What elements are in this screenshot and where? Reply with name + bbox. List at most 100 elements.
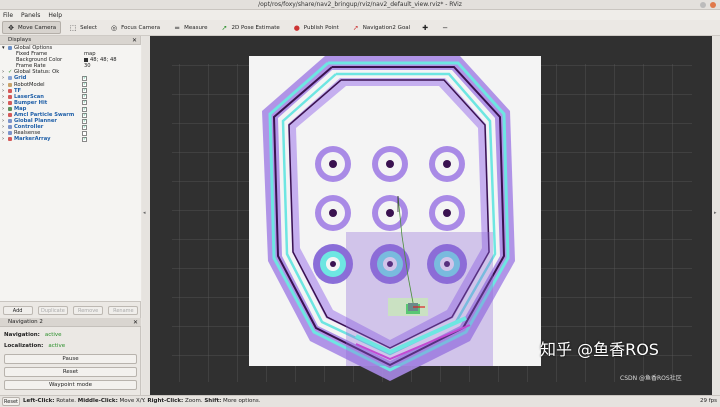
remove-tool-button[interactable]: − [438,21,455,34]
plus-icon: ✚ [422,23,429,32]
measure-label: Measure [184,24,208,31]
folder-icon [8,125,12,130]
window-titlebar: /opt/ros/foxy/share/nav2_bringup/rviz/na… [0,0,720,10]
collapse-right-icon[interactable]: ▸ [714,210,717,216]
mouse-hint: Left-Click: Rotate. Middle-Click: Move X… [23,396,260,407]
hint-mid: Move X/Y. [117,398,148,404]
color-swatch-icon [84,57,88,62]
bumper-checkbox[interactable]: ✓ [82,100,87,106]
tf-checkbox[interactable]: ✓ [82,88,87,94]
global-planner-checkbox[interactable]: ✓ [82,118,87,124]
grid-checkbox[interactable]: ✓ [82,76,87,82]
hint-left-key: Left-Click: [23,398,55,404]
nav-goal-button[interactable]: ➚ Navigation2 Goal [347,21,415,34]
menu-help[interactable]: Help [48,12,62,19]
map-checkbox[interactable]: ✓ [82,106,87,112]
left-panel: Displays ✕ ▾ Global Options Fixed Frame ma… [0,36,141,395]
nav-goal-label: Navigation2 Goal [362,24,411,31]
collapse-left-icon[interactable]: ◂ [143,210,146,216]
laserscan-checkbox[interactable]: ✓ [82,94,87,100]
close-window-icon[interactable] [710,2,716,8]
localization-status: active [48,343,66,349]
move-camera-label: Move Camera [18,24,57,31]
pose-arrow-icon: ➚ [221,23,228,32]
gear-icon [8,46,12,50]
bumper-icon [8,100,12,105]
markerarray-checkbox[interactable]: ✓ [82,137,87,142]
tree-markerarray[interactable]: › MarkerArray ✓ [0,136,141,142]
goal-arrow-icon: ➚ [352,23,359,32]
status-bar: Reset Left-Click: Rotate. Middle-Click: … [0,395,720,407]
publish-point-label: Publish Point [303,24,339,31]
localization-status-row: Localization: active [4,343,65,349]
right-splitter[interactable]: ▸ [712,36,720,395]
navigation-status: active [44,332,62,338]
window-title: /opt/ros/foxy/share/nav2_bringup/rviz/na… [258,1,462,8]
hint-right: Zoom. [183,398,205,404]
display-buttons: Add Duplicate Remove Rename [0,304,141,316]
select-button[interactable]: ⬚ Select [64,21,102,34]
left-splitter[interactable]: ◂ [142,36,150,395]
add-tool-button[interactable]: ✚ [418,21,435,34]
close-icon[interactable]: ✕ [133,318,138,327]
focus-camera-button[interactable]: ◎ Focus Camera [105,21,165,34]
controller-checkbox[interactable]: ✓ [82,124,87,130]
map-icon [8,106,12,111]
hint-right-key: Right-Click: [147,398,184,404]
reset-nav-button[interactable]: Reset [4,367,137,377]
displays-title: Displays [8,37,32,43]
move-camera-button[interactable]: ✥ Move Camera [2,21,62,34]
navigation-status-row: Navigation: active [4,332,62,338]
hint-mid-key: Middle-Click: [77,398,118,404]
measure-button[interactable]: ═ Measure [168,21,212,34]
displays-tree: ▾ Global Options Fixed Frame map Backgroun… [0,45,141,302]
expand-arrow-icon[interactable]: › [2,136,4,142]
ruler-icon: ═ [175,23,180,32]
rename-display-button[interactable]: Rename [108,305,139,315]
grid-icon [8,76,12,81]
hint-left: Rotate. [54,398,78,404]
menu-file[interactable]: File [3,12,13,19]
hint-shift: More options. [221,398,261,404]
robotmodel-checkbox[interactable]: ✓ [82,82,87,88]
minus-icon: − [442,23,449,32]
remove-display-button[interactable]: Remove [73,305,104,315]
fps-counter: 29 fps [699,398,717,404]
publish-point-button[interactable]: ● Publish Point [288,21,344,34]
realsense-checkbox[interactable] [82,130,87,136]
watermark: 知乎 @鱼香ROS [540,340,659,359]
laser-icon [8,94,12,99]
navigation-label: Navigation: [4,332,40,338]
particles-icon [8,113,12,118]
duplicate-display-button[interactable]: Duplicate [37,305,68,315]
toolbar: ✥ Move Camera ⬚ Select ◎ Focus Camera ═ Meas… [0,20,720,36]
folder-icon [8,131,12,136]
waypoint-mode-button[interactable]: Waypoint mode [4,380,137,390]
pose-estimate-button[interactable]: ➚ 2D Pose Estimate [215,21,284,34]
3d-viewport[interactable]: 知乎 @鱼香ROS CSDN @鱼香ROS社区 [150,36,712,395]
tree-label: MarkerArray [14,136,51,143]
select-label: Select [80,24,98,31]
pause-button[interactable]: Pause [4,354,137,364]
hint-shift-key: Shift: [204,398,222,404]
add-display-button[interactable]: Add [2,305,33,315]
reset-button[interactable]: Reset [2,397,20,406]
menu-bar: File Panels Help [0,10,720,20]
move-camera-icon: ✥ [8,23,14,32]
navigation-title: Navigation 2 [8,319,43,325]
minimize-icon[interactable] [700,2,706,8]
marker-icon [8,137,12,142]
close-icon[interactable]: ✕ [132,36,137,45]
localization-label: Localization: [4,343,44,349]
menu-panels[interactable]: Panels [21,12,40,19]
robot-icon [8,82,12,87]
focus-camera-icon: ◎ [111,23,118,32]
tf-icon [8,88,12,93]
bg-color-text: 48; 48; 48 [90,57,117,64]
amcl-checkbox[interactable]: ✓ [82,112,87,118]
select-icon: ⬚ [69,23,77,32]
focus-camera-label: Focus Camera [121,24,161,31]
watermark-sub: CSDN @鱼香ROS社区 [620,375,682,382]
displays-panel-header: Displays ✕ [0,36,140,45]
folder-icon [8,119,12,124]
